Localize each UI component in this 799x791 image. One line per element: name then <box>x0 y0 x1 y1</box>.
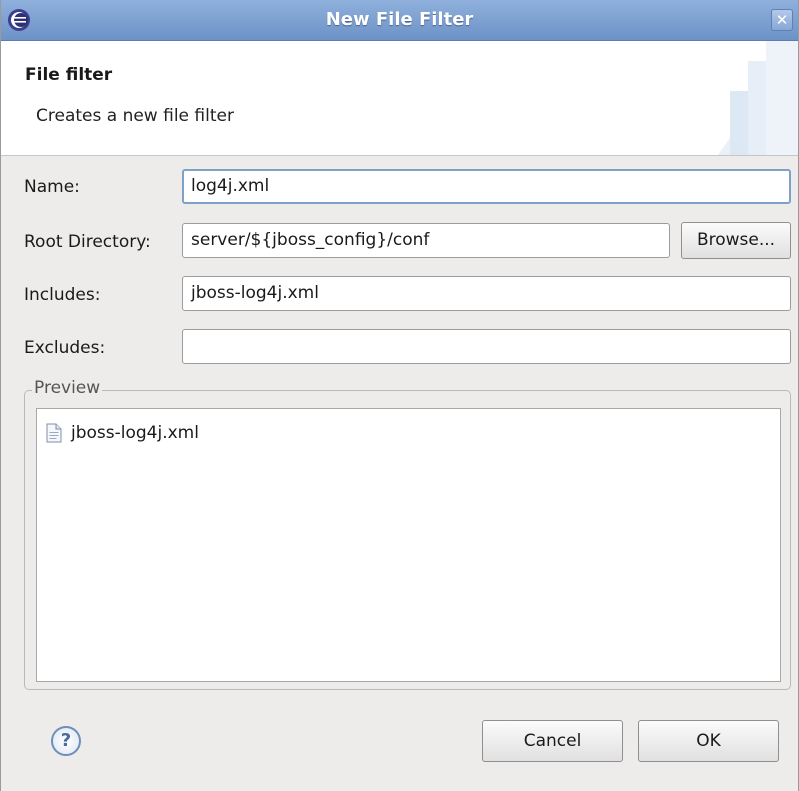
includes-input[interactable]: jboss-log4j.xml <box>182 276 791 311</box>
browse-button[interactable]: Browse... <box>681 222 791 259</box>
name-input[interactable]: log4j.xml <box>182 169 791 204</box>
help-icon[interactable]: ? <box>51 726 81 756</box>
header-banner: File filter Creates a new file filter <box>1 41 798 156</box>
preview-legend: Preview <box>32 378 103 398</box>
banner-description: Creates a new file filter <box>36 106 234 126</box>
dialog-title: New File Filter <box>325 9 474 30</box>
list-item-label: jboss-log4j.xml <box>71 423 199 443</box>
file-icon <box>46 423 62 443</box>
excludes-input[interactable] <box>182 329 791 364</box>
banner-graphic <box>718 41 798 155</box>
preview-list[interactable]: jboss-log4j.xml <box>36 408 781 682</box>
new-file-filter-dialog: New File Filter ✕ File filter Creates a … <box>0 0 799 791</box>
title-bar[interactable]: New File Filter ✕ <box>1 0 798 41</box>
cancel-button[interactable]: Cancel <box>482 720 623 762</box>
root-directory-input[interactable]: server/${jboss_config}/conf <box>182 223 670 258</box>
excludes-label: Excludes: <box>24 338 106 358</box>
close-icon[interactable]: ✕ <box>771 9 793 31</box>
banner-title: File filter <box>25 65 113 85</box>
includes-label: Includes: <box>24 285 101 305</box>
name-label: Name: <box>24 177 80 197</box>
ok-button[interactable]: OK <box>638 720 779 762</box>
root-directory-label: Root Directory: <box>24 232 151 252</box>
